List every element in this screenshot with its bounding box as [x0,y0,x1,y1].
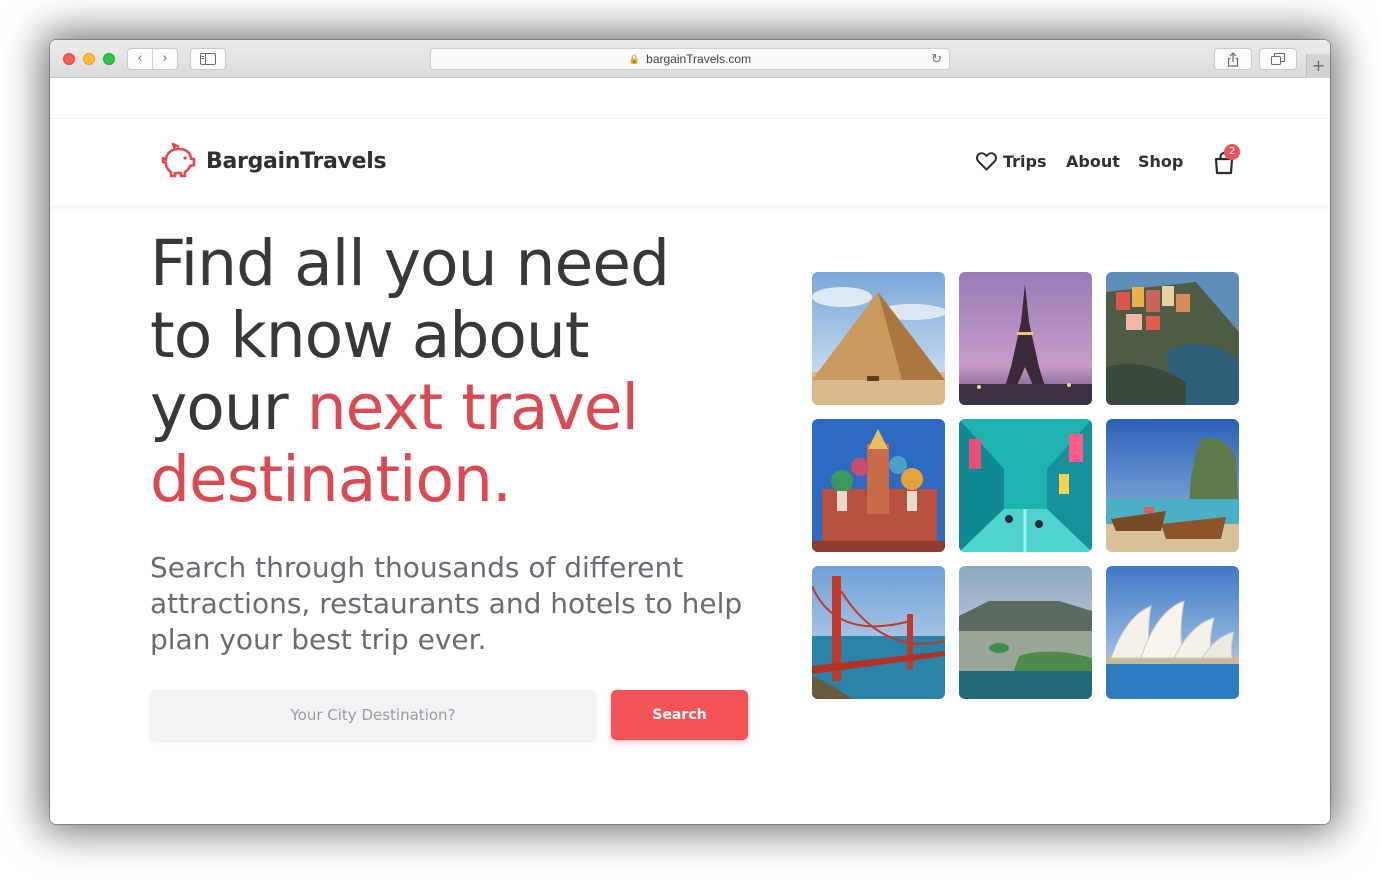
heart-icon [976,152,997,171]
hero-subtitle: Search through thousands of different at… [150,551,743,656]
browser-toolbar: ‹ › 🔒 bargainTravels.com ↻ + [50,40,1330,78]
nav-about-label: About [1066,152,1120,171]
destination-grid [812,272,1239,699]
destination-photo-st-basils-cathedral[interactable] [812,419,945,552]
new-tab-button[interactable]: + [1306,54,1330,78]
destination-photo-eiffel-tower[interactable] [959,272,1092,405]
brand-name: BargainTravels [206,148,387,174]
hero-title-line-1: Find all you need [150,227,670,300]
destination-search-input[interactable] [150,690,596,740]
back-button[interactable]: ‹ [128,49,152,69]
sidebar-icon [200,53,216,65]
address-bar[interactable]: 🔒 bargainTravels.com ↻ [430,48,950,70]
destination-photo-sydney-opera-house[interactable] [1106,566,1239,699]
nav-about[interactable]: About [1066,152,1120,171]
nav-shop-label: Shop [1138,152,1184,171]
piggy-bank-icon [161,142,196,178]
destination-photo-city-street[interactable] [959,419,1092,552]
nav-shop[interactable]: Shop [1138,152,1183,171]
close-window-button[interactable] [63,53,75,65]
destination-photo-pyramid[interactable] [812,272,945,405]
nav-trips[interactable]: Trips [976,152,1047,171]
nav-trips-label: Trips [1003,152,1047,171]
cart-count-badge: 2 [1224,144,1240,160]
reload-icon[interactable]: ↻ [931,51,942,67]
hero-title-line-3: your [150,371,307,444]
destination-photo-cinque-terre[interactable] [1106,272,1239,405]
hero-title-accent-1: next travel [306,371,639,444]
destination-photo-golden-gate-bridge[interactable] [812,566,945,699]
history-nav: ‹ › [127,48,178,70]
search-button[interactable]: Search [611,690,748,740]
hero-title: Find all you need to know about your nex… [150,228,770,516]
forward-button[interactable]: › [152,49,177,69]
address-url: bargainTravels.com [646,52,752,66]
tab-overview-button[interactable] [1259,48,1297,70]
minimize-window-button[interactable] [83,53,95,65]
brand-logo[interactable]: BargainTravels [158,141,387,181]
destination-photo-cape-town[interactable] [959,566,1092,699]
site-header: BargainTravels Trips About Shop 2 [50,118,1330,206]
hero-title-line-2: to know about [150,299,590,372]
share-button[interactable] [1214,48,1252,70]
lock-icon: 🔒 [628,53,641,64]
share-icon [1227,51,1239,67]
tabs-icon [1271,53,1285,65]
destination-photo-thai-longtail-boats[interactable] [1106,419,1239,552]
zoom-window-button[interactable] [103,53,115,65]
sidebar-toggle-button[interactable] [190,48,226,70]
browser-window: ‹ › 🔒 bargainTravels.com ↻ + BargainTrav… [50,40,1330,824]
hero-title-accent-2: destination. [150,443,512,516]
